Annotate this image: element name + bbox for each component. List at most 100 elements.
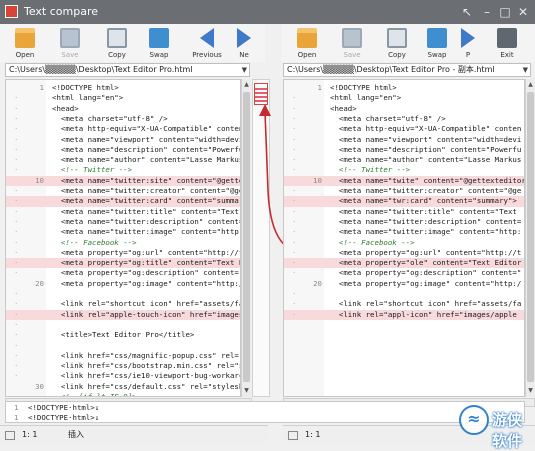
code-text: <meta name="twitter:description" content… xyxy=(330,216,522,226)
code-text: <meta name="twr:card" content="summary"> xyxy=(330,196,517,206)
left-file-path[interactable]: C:\Users\▒▒▒▒▒\Desktop\Text Editor Pro.h… xyxy=(5,63,250,77)
left-vertical-scrollbar[interactable]: ▲ ▼ xyxy=(241,79,251,397)
code-text: <meta name="description" content="Powerf… xyxy=(52,144,240,154)
diff-overview-bar[interactable] xyxy=(252,79,270,397)
right-save-button[interactable]: Save xyxy=(335,26,369,60)
right-previous-button[interactable]: P xyxy=(458,26,478,60)
line-dot: · xyxy=(292,103,297,113)
pin-icon[interactable]: ↖ xyxy=(458,3,476,21)
line-number: 1 xyxy=(39,83,44,92)
code-text: <meta property="og:image" content="http:… xyxy=(330,278,522,288)
left-toolbar: Open Save Copy Swap Previous Ne xyxy=(0,24,265,62)
right-editor-pane[interactable]: 1 <!DOCTYPE html> · <html lang="en"> · <head>… xyxy=(283,79,525,397)
line-dot: · xyxy=(14,258,19,268)
line-dot: · xyxy=(14,124,19,134)
code-line: · <!-- Twitter --> xyxy=(6,165,240,175)
code-line: · xyxy=(284,289,524,299)
left-save-button[interactable]: Save xyxy=(53,26,87,60)
line-dot: · xyxy=(14,113,19,123)
line-compare-row: 1 <!DOCTYPE·html>↓ xyxy=(14,413,100,422)
scroll-thumb[interactable] xyxy=(243,92,250,382)
line-dot: · xyxy=(14,237,19,247)
code-text: <meta name="twitter:title" content="Text xyxy=(52,206,239,216)
previous-button[interactable]: Previous xyxy=(190,26,224,60)
line-number: 1 xyxy=(317,83,322,92)
right-open-button[interactable]: Open xyxy=(290,26,324,60)
left-editor-pane[interactable]: 1 <!DOCTYPE html> · <html lang="en"> · <head>… xyxy=(5,79,241,397)
code-line: · <meta name="twitter:creator" content="… xyxy=(284,186,524,196)
code-line: · <title>Text Editor Pro</title> xyxy=(6,330,240,340)
line-dot: · xyxy=(292,247,297,257)
line-dot: · xyxy=(292,268,297,278)
code-text: <meta property="og:image" content="http:… xyxy=(52,278,240,288)
exit-button[interactable]: Exit xyxy=(490,26,524,60)
scroll-down-icon[interactable]: ▼ xyxy=(242,386,251,395)
left-status-bar: 1: 1 插入 xyxy=(0,425,268,445)
left-copy-button[interactable]: Copy xyxy=(100,26,134,60)
code-text: <meta property="og:description" content=… xyxy=(330,268,522,278)
code-text: <meta name="twitter:creator" content="@g… xyxy=(52,186,240,195)
left-swap-button[interactable]: Swap xyxy=(142,26,176,60)
code-text: <meta property="og:description" content=… xyxy=(52,268,240,278)
line-dot: · xyxy=(292,309,297,319)
code-line: · <meta property="og:url" content="http:… xyxy=(284,248,524,258)
scroll-up-icon[interactable]: ▲ xyxy=(242,80,251,89)
next-button[interactable]: Ne xyxy=(232,26,256,60)
line-dot: · xyxy=(14,134,19,144)
watermark-icon: ≈ xyxy=(459,405,489,435)
line-dot: · xyxy=(292,186,297,195)
line-dot: · xyxy=(292,227,297,237)
code-line: · xyxy=(6,320,240,330)
code-line: · <meta http-equiv="X-UA-Compatible" con… xyxy=(284,124,524,134)
code-line: · <meta name="author" content="Lasse Mar… xyxy=(284,155,524,165)
maximize-button[interactable]: □ xyxy=(496,3,514,21)
line-dot: · xyxy=(14,299,19,309)
line-number: 30 xyxy=(35,381,44,391)
code-line: · <!--[if lt IE 9]> xyxy=(6,392,240,397)
code-text: <meta name="twitter:creator" content="@g… xyxy=(330,186,522,195)
code-line: · <link href="css/magnific-popup.css" re… xyxy=(6,351,240,361)
diff-line: 10 <meta name="twite" content="@gettexte… xyxy=(284,175,524,186)
line-number: 10 xyxy=(35,175,44,185)
line-dot: · xyxy=(14,350,19,360)
line-dot: · xyxy=(292,113,297,123)
scroll-up-icon[interactable]: ▲ xyxy=(526,80,535,89)
code-text: <!-- Facebook --> xyxy=(330,237,415,247)
scroll-thumb[interactable] xyxy=(527,92,534,382)
diff-line: · <meta property="ole" content="Text Edi… xyxy=(284,258,524,269)
code-text: <link rel="appl-icon" href="images/apple xyxy=(330,309,517,319)
left-open-button[interactable]: Open xyxy=(8,26,42,60)
code-line: · <meta name="description" content="Powe… xyxy=(284,145,524,155)
line-dot: · xyxy=(14,392,19,397)
right-swap-button[interactable]: Swap xyxy=(420,26,454,60)
line-dot: · xyxy=(14,247,19,257)
save-icon xyxy=(342,28,362,48)
code-text: <link href="css/default.css" rel="styles… xyxy=(52,381,240,391)
right-copy-button[interactable]: Copy xyxy=(380,26,414,60)
chevron-down-icon[interactable]: ▼ xyxy=(523,64,528,76)
code-text: <link rel="apple-touch-icon" href="image… xyxy=(52,309,240,319)
document-icon xyxy=(288,431,298,440)
line-dot: · xyxy=(14,268,19,278)
line-dot: · xyxy=(14,216,19,226)
chevron-down-icon[interactable]: ▼ xyxy=(242,64,247,76)
line-dot: · xyxy=(14,206,19,216)
code-line: · <link href="css/ie10-viewport-bug-work… xyxy=(6,371,240,381)
code-text: <!DOCTYPE html> xyxy=(52,83,119,92)
right-file-path[interactable]: C:\Users\▒▒▒▒▒\Desktop\Text Editor Pro -… xyxy=(283,63,531,77)
code-line: · <meta charset="utf-8" /> xyxy=(284,114,524,124)
line-dot: · xyxy=(14,319,19,329)
line-compare-pane[interactable]: 1 <!DOCTYPE·html>↓ 1 <!DOCTYPE·html>↓ xyxy=(5,401,525,423)
scroll-down-icon[interactable]: ▼ xyxy=(526,386,535,395)
minimize-button[interactable]: – xyxy=(478,3,496,21)
close-button[interactable]: ✕ xyxy=(514,3,532,21)
right-vertical-scrollbar[interactable]: ▲ ▼ xyxy=(525,79,535,397)
copy-icon xyxy=(107,28,127,48)
cursor-position: 1: 1 xyxy=(22,430,38,439)
code-line: · <html lang="en"> xyxy=(6,93,240,103)
line-dot: · xyxy=(14,289,19,298)
line-dot: · xyxy=(292,237,297,247)
code-text: <meta name="twitter:description" content… xyxy=(52,216,240,226)
save-icon xyxy=(60,28,80,48)
code-text: <meta property="ole" content="Text Edito… xyxy=(330,258,522,268)
